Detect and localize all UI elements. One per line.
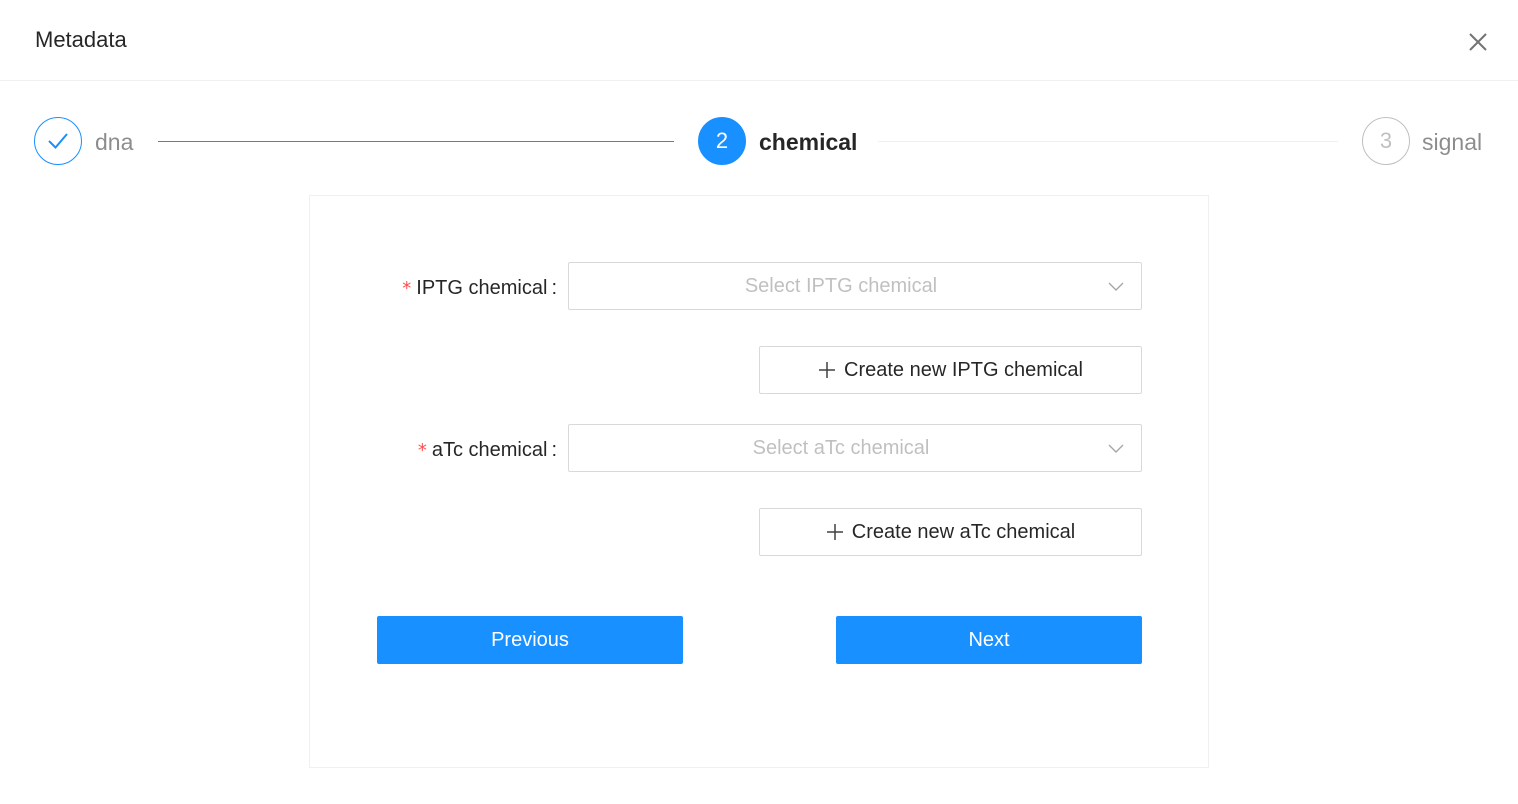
step-signal-icon: 3 (1362, 117, 1410, 165)
plus-icon (826, 524, 843, 540)
step-dna-icon[interactable] (34, 117, 82, 165)
label-colon: : (551, 439, 557, 461)
atc-label-text: aTc chemical (431, 439, 548, 461)
create-iptg-button[interactable]: Create new IPTG chemical (759, 346, 1142, 394)
step-connector (878, 141, 1338, 142)
modal-header: Metadata (0, 0, 1518, 81)
chevron-down-icon (1108, 444, 1124, 453)
step-signal-label: signal (1422, 129, 1483, 155)
close-icon (1469, 33, 1487, 51)
required-mark: * (402, 278, 412, 299)
create-iptg-label: Create new IPTG chemical (844, 358, 1083, 381)
iptg-select[interactable]: Select IPTG chemical (568, 262, 1142, 310)
close-button[interactable] (1462, 26, 1494, 58)
iptg-label: * IPTG chemical: (401, 276, 557, 301)
chevron-down-icon (1108, 282, 1124, 291)
next-button[interactable]: Next (836, 616, 1142, 664)
check-icon (48, 133, 68, 149)
required-mark: * (417, 440, 427, 461)
atc-select-placeholder: Select aTc chemical (752, 437, 930, 459)
create-atc-button[interactable]: Create new aTc chemical (759, 508, 1142, 556)
atc-label: * aTc chemical: (401, 438, 557, 463)
step-dna-label[interactable]: dna (95, 128, 133, 156)
plus-icon (819, 362, 835, 378)
atc-select[interactable]: Select aTc chemical (568, 424, 1142, 472)
step-chemical-icon: 2 (698, 117, 746, 165)
previous-button[interactable]: Previous (377, 616, 683, 664)
step-chemical-label: chemical (759, 129, 858, 155)
modal-title: Metadata (35, 27, 127, 52)
label-colon: : (551, 277, 557, 299)
steps: dna 2 chemical 3 signal (0, 117, 1518, 167)
iptg-select-placeholder: Select IPTG chemical (744, 275, 938, 297)
metadata-modal: Metadata dna 2 chemical 3 signal * IPTG c… (0, 0, 1518, 804)
form-card: * IPTG chemical: Select IPTG chemical Cre… (309, 195, 1209, 768)
create-atc-label: Create new aTc chemical (851, 520, 1076, 543)
iptg-label-text: IPTG chemical (416, 277, 548, 299)
step-connector (158, 141, 674, 142)
